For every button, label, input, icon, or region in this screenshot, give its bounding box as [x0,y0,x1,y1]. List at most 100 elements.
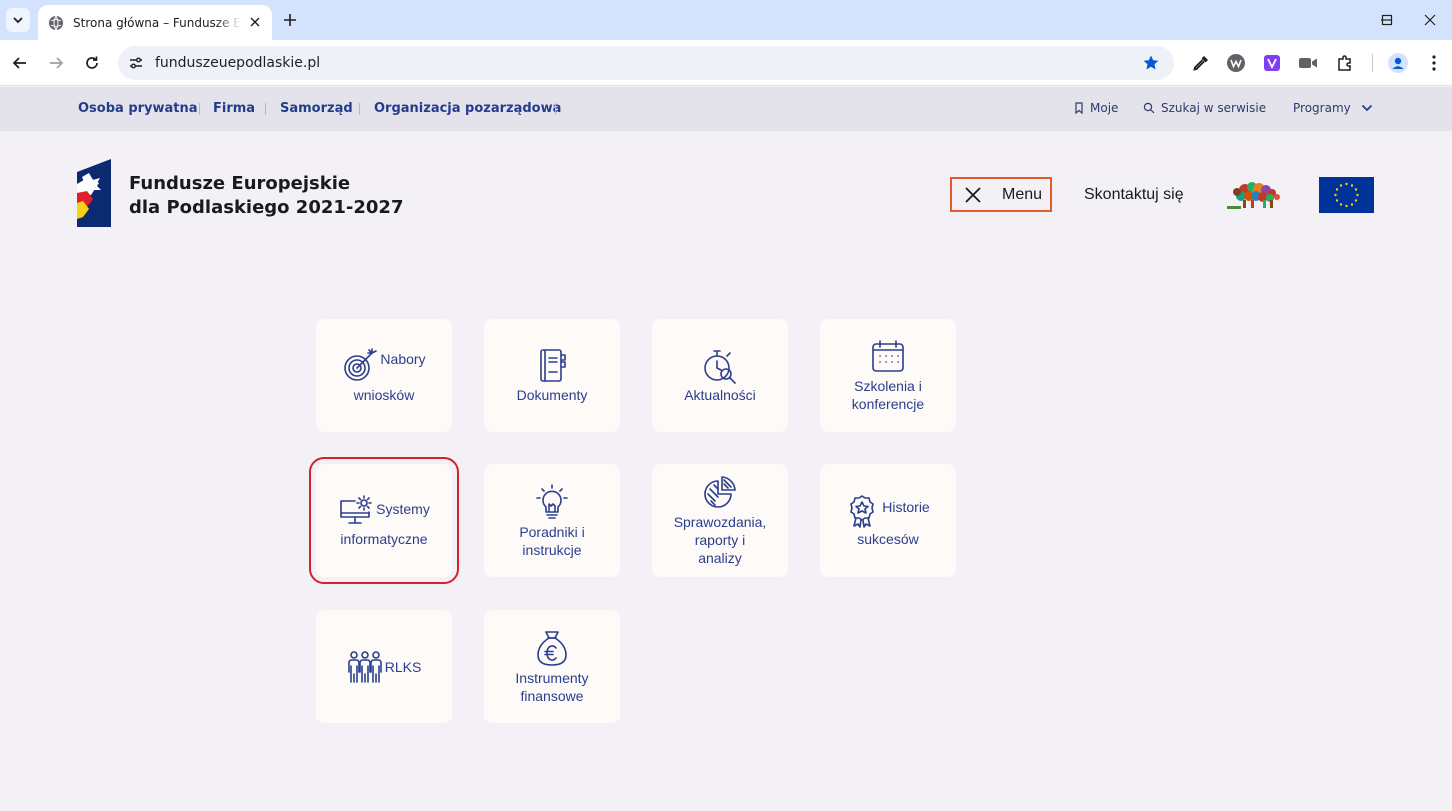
tile-rlks[interactable]: RLKS [316,610,452,723]
menu-toggle-button[interactable]: Menu [950,177,1052,212]
tile-label: informatyczne [340,530,428,547]
extension-w[interactable] [1226,53,1246,73]
award-icon [850,494,875,528]
v-extension-icon [1264,55,1280,71]
nav-firma[interactable]: Firma [213,101,255,116]
tile-nabory-wnioskow[interactable]: Nabory wniosków [316,319,452,432]
extension-v[interactable] [1262,53,1282,73]
browser-tab-active[interactable]: Strona główna – Fundusze Europejskie dla… [38,5,272,40]
forward-button[interactable] [44,51,68,75]
tile-label: sukcesów [857,530,919,547]
brand-title[interactable]: Fundusze Europejskie dla Podlaskiego 202… [129,172,403,220]
reload-icon [86,56,98,69]
site-info-icon[interactable] [127,54,145,72]
chevron-down-icon [1361,104,1372,112]
tile-label: wniosków [353,386,415,403]
browser-tab-strip: Strona główna – Fundusze Europejskie dla… [0,0,1452,40]
nav-osoba-prywatna[interactable]: Osoba prywatna [78,101,198,116]
divider [265,103,266,115]
calendar-icon [872,339,904,372]
profile-button[interactable] [1388,53,1408,73]
tile-systemy-informatyczne[interactable]: Systemy informatyczne [309,457,459,584]
tile-label: finansowe [520,687,584,704]
menu-label: Menu [1002,185,1043,203]
brand-line-1: Fundusze Europejskie [129,173,351,194]
arrow-left-icon [12,57,26,69]
extensions-button[interactable] [1335,53,1355,73]
w-extension-icon [1227,54,1245,72]
divider [555,103,556,115]
programs-dropdown[interactable]: Programy [1293,101,1373,115]
globe-icon [49,15,63,30]
close-icon [1424,14,1436,26]
eyedropper-icon [1193,56,1208,71]
tile-label: Instrumenty [515,669,589,686]
bookmark-star-icon[interactable] [1142,54,1160,72]
tile-label: Szkolenia i [854,377,922,394]
puzzle-icon [1338,55,1351,71]
close-icon [250,17,260,27]
browser-toolbar: funduszeuepodlaskie.pl [0,40,1452,86]
target-icon [344,347,378,381]
new-tab-button[interactable] [280,10,300,30]
tile-historie-sukcesow[interactable]: Historie sukcesów [820,464,956,577]
people-icon [347,650,382,683]
arrow-right-icon [50,57,64,69]
notebook-icon [540,348,566,382]
tile-label: Historie [882,498,930,515]
tab-title: Strona główna – Fundusze Europejskie dla… [73,15,241,30]
search-label: Szukaj w serwisie [1161,101,1267,115]
eu-flag[interactable] [1319,177,1374,213]
pie-chart-icon [704,475,736,508]
video-camera-icon [1299,58,1317,68]
fe-logo[interactable] [77,159,111,227]
tile-poradniki-instrukcje[interactable]: Poradniki i instrukcje [484,464,620,577]
nav-samorzad[interactable]: Samorząd [280,101,353,116]
tab-close-button[interactable] [247,14,263,30]
tile-szkolenia-konferencje[interactable]: Szkolenia i konferencje [820,319,956,432]
moje-link[interactable]: Moje [1074,101,1118,115]
avatar-icon [1388,53,1408,73]
programs-label: Programy [1293,101,1351,115]
browser-menu-button[interactable] [1424,53,1444,73]
contact-link[interactable]: Skontaktuj się [1084,186,1184,204]
tile-sprawozdania-raporty-analizy[interactable]: Sprawozdania, raporty i analizy [652,464,788,577]
window-close-button[interactable] [1418,8,1442,32]
podlaskie-bison-logo[interactable] [1225,178,1283,212]
audience-navbar: Osoba prywatna Firma Samorząd Organizacj… [0,87,1452,131]
extension-video[interactable] [1298,53,1318,73]
back-button[interactable] [8,51,32,75]
tab-search-button[interactable] [6,8,30,32]
tile-dokumenty[interactable]: Dokumenty [484,319,620,432]
more-vertical-icon [1432,55,1436,71]
moje-label: Moje [1090,101,1119,115]
tile-label: raporty i [694,531,746,548]
tile-label: Poradniki i [519,523,585,540]
tile-label: Aktualności [684,386,756,403]
tile-label: Nabory [380,350,426,367]
eu-stars-icon [1334,182,1359,208]
url-text: funduszeuepodlaskie.pl [155,55,321,71]
tile-label: Systemy [376,500,430,517]
nav-organizacja-pozarzadowa[interactable]: Organizacja pozarządowa [374,101,561,116]
divider [199,103,200,115]
plus-icon [284,14,296,26]
tile-instrumenty-finansowe[interactable]: Instrumenty finansowe [484,610,620,723]
tile-aktualnosci[interactable]: Aktualności [652,319,788,432]
stopwatch-search-icon [704,349,736,384]
monitor-gear-icon [340,494,372,524]
address-bar[interactable]: funduszeuepodlaskie.pl [118,46,1174,80]
extension-eyedropper[interactable] [1191,53,1211,73]
lightbulb-icon [536,483,568,519]
bookmark-icon [1075,102,1083,114]
reload-button[interactable] [80,51,104,75]
tile-label: analizy [698,549,742,566]
maximize-icon [1381,14,1393,26]
brand-line-2: dla Podlaskiego 2021-2027 [129,197,404,218]
restore-button[interactable] [1375,8,1399,32]
tile-label: Dokumenty [516,386,588,403]
close-icon [965,186,981,203]
search-link[interactable]: Szukaj w serwisie [1143,101,1266,115]
chevron-down-icon [13,17,23,24]
money-bag-icon [537,630,567,666]
